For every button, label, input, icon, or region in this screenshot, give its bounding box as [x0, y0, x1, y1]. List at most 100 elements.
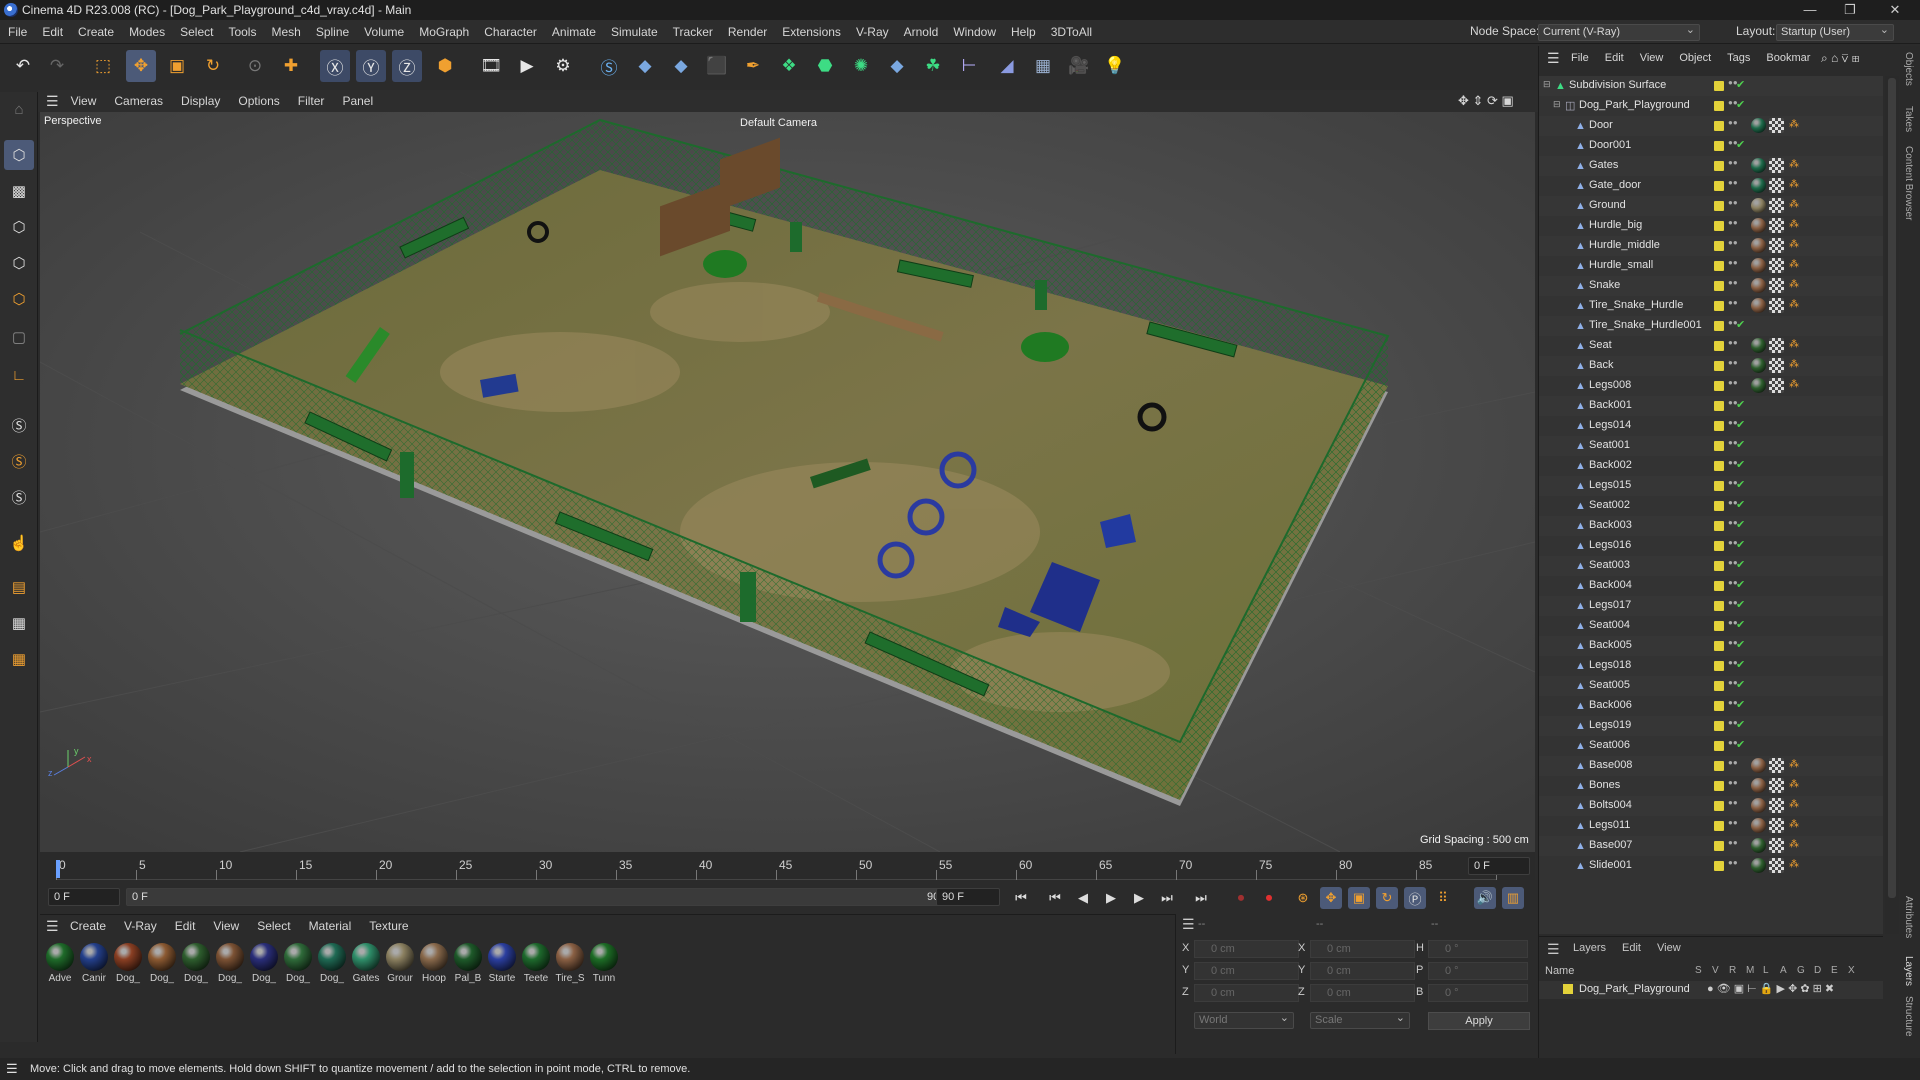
- material-swatch[interactable]: Dog_: [180, 943, 212, 984]
- enabled-check-icon[interactable]: ✔: [1736, 398, 1745, 411]
- minimize-button[interactable]: —: [1790, 0, 1830, 20]
- layer-color-swatch[interactable]: [1714, 861, 1724, 871]
- keyframe-selection-icon[interactable]: ⊛: [1292, 887, 1314, 909]
- om-panel-menu-icon[interactable]: ☰: [1547, 50, 1560, 67]
- material-swatch[interactable]: Pal_B: [452, 943, 484, 984]
- material-tag-icon[interactable]: [1751, 258, 1766, 273]
- tab-structure[interactable]: Structure: [1903, 996, 1914, 1037]
- menu-file[interactable]: File: [8, 25, 27, 39]
- om-menu-file[interactable]: File: [1571, 52, 1589, 64]
- visibility-dots-icon[interactable]: ●●: [1728, 179, 1738, 193]
- uvw-tag-icon[interactable]: [1769, 798, 1784, 813]
- object-row[interactable]: ▲ Slide001 ●● ⁂: [1539, 856, 1883, 876]
- uvw-tag-icon[interactable]: [1769, 158, 1784, 173]
- uvw-tag-icon[interactable]: [1769, 118, 1784, 133]
- object-row[interactable]: ▲ Back003 ●● ✔: [1539, 516, 1883, 536]
- model-mode-icon[interactable]: ⬡: [4, 140, 34, 170]
- key-parameter-icon[interactable]: Ⓟ: [1404, 887, 1426, 909]
- coord-menu-mid[interactable]: --: [1316, 918, 1323, 930]
- menu-help[interactable]: Help: [1011, 25, 1036, 39]
- material-tag-icon[interactable]: [1751, 358, 1766, 373]
- coord-rot-field[interactable]: 0 °: [1428, 940, 1528, 958]
- coord-panel-menu-icon[interactable]: ☰: [1182, 916, 1195, 933]
- visibility-dots-icon[interactable]: ●●: [1728, 619, 1738, 633]
- next-frame-icon[interactable]: ▶: [1128, 887, 1150, 909]
- polygons-mode-icon[interactable]: ⬡: [4, 284, 34, 314]
- enabled-check-icon[interactable]: ✔: [1736, 138, 1745, 151]
- key-pla-icon[interactable]: ⠿: [1432, 887, 1454, 909]
- enabled-check-icon[interactable]: ✔: [1736, 718, 1745, 731]
- previous-key-icon[interactable]: ⏮: [1044, 887, 1066, 909]
- visibility-dots-icon[interactable]: ●●: [1728, 739, 1738, 753]
- material-menu-edit[interactable]: Edit: [175, 919, 196, 933]
- deformer-icon[interactable]: ⊢: [954, 50, 984, 82]
- create-tool-icon[interactable]: ✚: [276, 50, 306, 82]
- enabled-check-icon[interactable]: ✔: [1736, 578, 1745, 591]
- object-row[interactable]: ▲ Hurdle_small ●● ⁂: [1539, 256, 1883, 276]
- coordinate-system-icon[interactable]: ⬢: [430, 50, 460, 82]
- uvw-tag-icon[interactable]: [1769, 758, 1784, 773]
- uvw-tag-icon[interactable]: [1769, 338, 1784, 353]
- coord-menu-left[interactable]: --: [1198, 918, 1205, 930]
- enabled-check-icon[interactable]: ✔: [1736, 458, 1745, 471]
- object-row[interactable]: ▲ Legs019 ●● ✔: [1539, 716, 1883, 736]
- object-row[interactable]: ▲ Door ●● ⁂: [1539, 116, 1883, 136]
- menu-mesh[interactable]: Mesh: [271, 25, 300, 39]
- extrude-icon[interactable]: ⬣: [810, 50, 840, 82]
- cube-icon[interactable]: ⬛: [702, 50, 732, 82]
- pen-spline-icon[interactable]: ✒: [738, 50, 768, 82]
- layer-color-swatch[interactable]: [1714, 441, 1724, 451]
- visibility-dots-icon[interactable]: ●●: [1728, 419, 1738, 433]
- key-position-icon[interactable]: ✥: [1320, 887, 1342, 909]
- object-row[interactable]: ▲ Base007 ●● ⁂: [1539, 836, 1883, 856]
- enabled-check-icon[interactable]: ✔: [1736, 478, 1745, 491]
- material-swatch[interactable]: Dog_: [282, 943, 314, 984]
- python-icon[interactable]: ◆: [630, 50, 660, 82]
- x-axis-lock-icon[interactable]: Ⓧ: [320, 50, 350, 82]
- material-tag-icon[interactable]: [1751, 778, 1766, 793]
- object-row[interactable]: ▲ Door001 ●● ✔: [1539, 136, 1883, 156]
- uvw-tag-icon[interactable]: [1769, 298, 1784, 313]
- visibility-dots-icon[interactable]: ●●: [1728, 499, 1738, 513]
- visibility-dots-icon[interactable]: ●●: [1728, 299, 1738, 313]
- material-tag-icon[interactable]: [1751, 338, 1766, 353]
- selection-tag-icon[interactable]: ⁂: [1789, 179, 1799, 190]
- render-view-icon[interactable]: ▶: [512, 50, 542, 82]
- scale-tool-icon[interactable]: ▣: [162, 50, 192, 82]
- status-menu-icon[interactable]: ☰: [6, 1061, 18, 1077]
- uv-mode-icon[interactable]: ▢: [4, 322, 34, 352]
- layer-color-swatch[interactable]: [1714, 681, 1724, 691]
- object-row[interactable]: ▲ Ground ●● ⁂: [1539, 196, 1883, 216]
- enabled-check-icon[interactable]: ✔: [1736, 98, 1745, 111]
- z-axis-lock-icon[interactable]: Ⓩ: [392, 50, 422, 82]
- playhead[interactable]: [56, 860, 60, 878]
- material-swatch[interactable]: Canir: [78, 943, 110, 984]
- next-key-icon[interactable]: ⏭: [1156, 887, 1178, 909]
- object-row[interactable]: ▲ Gates ●● ⁂: [1539, 156, 1883, 176]
- layer-color-swatch[interactable]: [1714, 141, 1724, 151]
- uvw-tag-icon[interactable]: [1769, 858, 1784, 873]
- object-row[interactable]: ▲ Back002 ●● ✔: [1539, 456, 1883, 476]
- play-icon[interactable]: ▶: [1100, 887, 1122, 909]
- object-row[interactable]: ▲ Back001 ●● ✔: [1539, 396, 1883, 416]
- visibility-dots-icon[interactable]: ●●: [1728, 79, 1738, 93]
- visibility-dots-icon[interactable]: ●●: [1728, 799, 1738, 813]
- layer-flag-icons[interactable]: ● 👁 ▣ ⊢ 🔒 ▶ ✥ ✿ ⊞ ✖: [1707, 982, 1834, 995]
- menu-character[interactable]: Character: [484, 25, 537, 39]
- enabled-check-icon[interactable]: ✔: [1736, 638, 1745, 651]
- enabled-check-icon[interactable]: ✔: [1736, 438, 1745, 451]
- visibility-dots-icon[interactable]: ●●: [1728, 219, 1738, 233]
- y-axis-lock-icon[interactable]: Ⓨ: [356, 50, 386, 82]
- enabled-check-icon[interactable]: ✔: [1736, 558, 1745, 571]
- camera-icon[interactable]: 🎥: [1064, 50, 1094, 82]
- visibility-dots-icon[interactable]: ●●: [1728, 439, 1738, 453]
- menu-simulate[interactable]: Simulate: [611, 25, 658, 39]
- object-row[interactable]: ▲ Legs011 ●● ⁂: [1539, 816, 1883, 836]
- visibility-dots-icon[interactable]: ●●: [1728, 339, 1738, 353]
- enabled-check-icon[interactable]: ✔: [1736, 598, 1745, 611]
- visibility-dots-icon[interactable]: ●●: [1728, 699, 1738, 713]
- coord-size-field[interactable]: 0 cm: [1310, 962, 1415, 980]
- uvw-tag-icon[interactable]: [1769, 178, 1784, 193]
- layer-color-swatch[interactable]: [1714, 741, 1724, 751]
- menu-volume[interactable]: Volume: [364, 25, 404, 39]
